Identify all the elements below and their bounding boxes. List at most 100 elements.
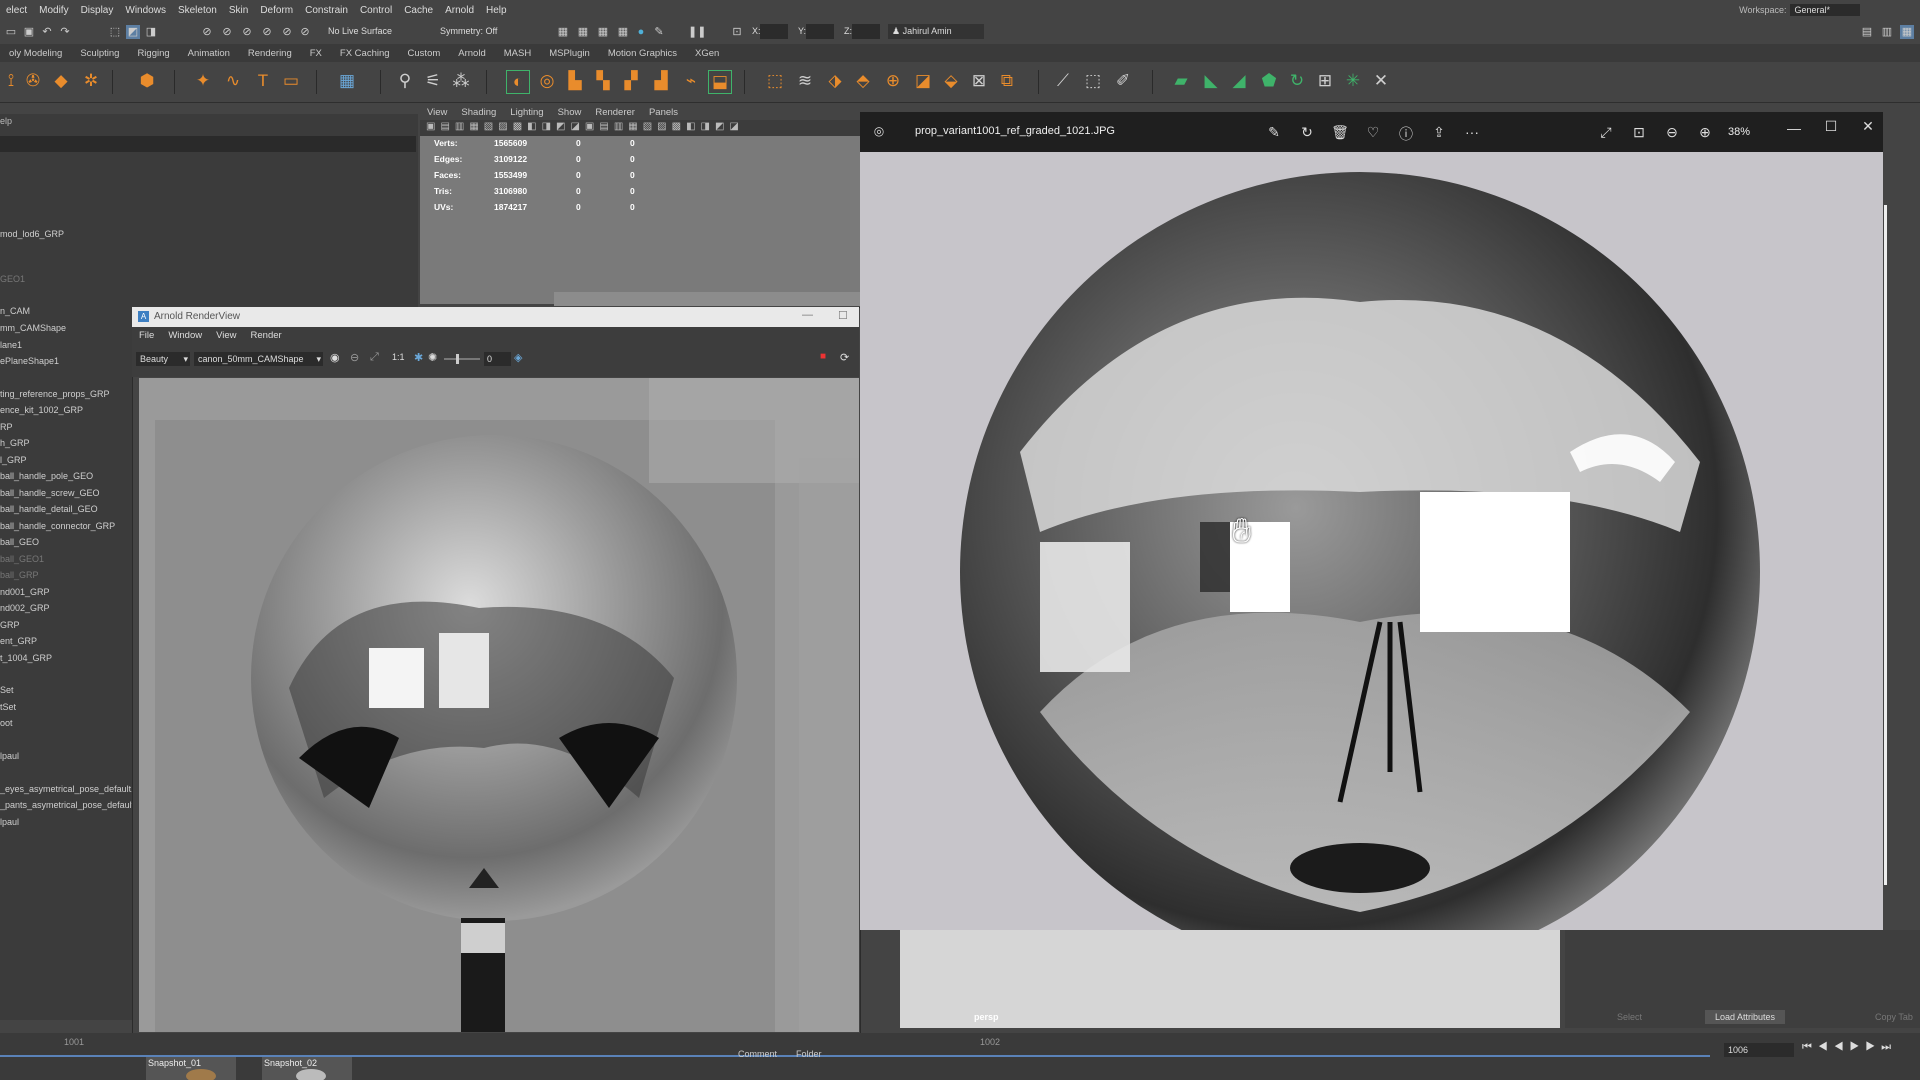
target-icon[interactable]: ⊕ <box>882 70 904 92</box>
combine-icon[interactable]: ⧉ <box>996 70 1018 92</box>
photo-viewer-titlebar[interactable]: ◎ prop_variant1001_ref_graded_1021.JPG ✎… <box>860 112 1883 152</box>
render-image[interactable] <box>139 378 859 1032</box>
workspace-selector[interactable]: Workspace: General* <box>1739 4 1860 16</box>
deformer-icon[interactable]: ⚲ <box>394 70 416 92</box>
hypershade-icon[interactable]: ● <box>634 25 648 39</box>
list-item[interactable]: ball_handle_screw_GEO <box>0 488 100 498</box>
viewport-menu-view[interactable]: View <box>420 107 454 118</box>
text-tool-icon[interactable]: T <box>252 70 274 92</box>
grid-cubes-icon[interactable]: ▞ <box>620 70 642 92</box>
list-item[interactable]: lpaul <box>0 751 19 761</box>
rotate-icon[interactable]: ↻ <box>1298 124 1316 141</box>
shelf-tab-msplugin[interactable]: MSPlugin <box>540 48 599 59</box>
diamond-icon[interactable]: ◆ <box>50 70 72 92</box>
menu-select[interactable]: elect <box>0 5 33 16</box>
render-settings-icon[interactable]: ▦ <box>616 25 630 39</box>
minimize-icon[interactable]: — <box>802 309 813 321</box>
list-item[interactable]: nd002_GRP <box>0 603 50 613</box>
persp-viewport[interactable]: persp <box>900 930 1560 1028</box>
arv-menu-render[interactable]: Render <box>244 330 289 341</box>
torus-icon[interactable]: ◎ <box>536 70 558 92</box>
cubes-icon[interactable]: ▚ <box>592 70 614 92</box>
live-surface-field[interactable]: No Live Surface <box>324 24 408 39</box>
snap-grid-icon[interactable]: ⊘ <box>200 25 214 39</box>
swirl-icon[interactable]: ◐ <box>506 70 530 94</box>
user-account[interactable]: ♟ Jahirul Amin <box>888 24 984 39</box>
arv-menu-file[interactable]: File <box>132 330 161 341</box>
list-item[interactable]: ence_kit_1002_GRP <box>0 405 83 415</box>
list-item[interactable]: ball_handle_connector_GRP <box>0 521 115 531</box>
draw-icon[interactable]: ✐ <box>1112 70 1134 92</box>
refresh-icon[interactable]: ⟳ <box>840 351 849 364</box>
photo-image[interactable]: ✋︎ <box>860 152 1883 930</box>
bridge-icon[interactable]: ◢ <box>1228 70 1250 92</box>
symmetry-field[interactable]: Symmetry: Off <box>436 24 520 39</box>
fork-icon[interactable]: ⟟ <box>0 70 22 92</box>
time-slider[interactable] <box>0 1055 1710 1057</box>
snap-live-icon[interactable]: ⊘ <box>298 25 312 39</box>
shelf-tab-mash[interactable]: MASH <box>495 48 540 59</box>
exposure-icon[interactable]: ✺ <box>428 351 437 364</box>
viewport-menu-lighting[interactable]: Lighting <box>503 107 550 118</box>
modeling-toolkit-icon[interactable]: ▤ <box>1860 25 1874 39</box>
select-mode-icon[interactable]: ◩ <box>126 25 140 39</box>
menu-deform[interactable]: Deform <box>254 5 299 16</box>
maximize-icon[interactable]: ☐ <box>1822 118 1840 135</box>
arv-menu-window[interactable]: Window <box>161 330 209 341</box>
save-icon[interactable]: ▣ <box>22 25 36 39</box>
list-item[interactable]: GEO1 <box>0 274 25 284</box>
list-item[interactable]: oot <box>0 718 13 728</box>
exposure-input[interactable]: 0 <box>484 352 511 366</box>
shelf-tab-xgen[interactable]: XGen <box>686 48 728 59</box>
workspace-value[interactable]: General* <box>1790 4 1860 16</box>
list-item[interactable]: h_GRP <box>0 438 30 448</box>
compare-icon[interactable]: ⊖ <box>350 351 359 364</box>
plane-icon[interactable]: ⬙ <box>940 70 962 92</box>
bounds-icon[interactable]: ⊠ <box>968 70 990 92</box>
list-item[interactable]: GRP <box>0 620 20 630</box>
favorite-icon[interactable]: ♡ <box>1364 124 1382 141</box>
menu-control[interactable]: Control <box>354 5 398 16</box>
undo-icon[interactable]: ↶ <box>40 25 54 39</box>
share-icon[interactable]: ⇪ <box>1430 124 1448 141</box>
y-input[interactable] <box>806 24 834 39</box>
shape-icon[interactable]: ◪ <box>912 70 934 92</box>
menu-skeleton[interactable]: Skeleton <box>172 5 223 16</box>
sculpt-tool-icon[interactable]: ✇ <box>22 70 44 92</box>
list-item[interactable]: mm_CAMShape <box>0 323 66 333</box>
shelf-tab-fx-caching[interactable]: FX Caching <box>331 48 399 59</box>
list-item[interactable]: ent_GRP <box>0 636 37 646</box>
delete-icon[interactable]: 🗑︎ <box>1331 124 1349 141</box>
folder-tab[interactable]: Folder <box>796 1049 822 1059</box>
shelf-tab-animation[interactable]: Animation <box>179 48 239 59</box>
menu-help[interactable]: Help <box>480 5 513 16</box>
list-item[interactable]: tSet <box>0 702 16 712</box>
display-settings-icon[interactable]: ◉ <box>330 351 340 364</box>
shelf-tab-rigging[interactable]: Rigging <box>128 48 178 59</box>
info-icon[interactable]: ⓘ <box>1397 124 1415 144</box>
snap-surface-icon[interactable]: ⊘ <box>280 25 294 39</box>
list-item[interactable]: nd001_GRP <box>0 587 50 597</box>
menu-skin[interactable]: Skin <box>223 5 254 16</box>
cluster-icon[interactable]: ⁂ <box>450 70 472 92</box>
select-highlight-icon[interactable]: ⬓ <box>708 70 732 94</box>
close-icon[interactable]: ✕ <box>1859 118 1877 135</box>
edit-image-icon[interactable]: ✎ <box>1265 124 1283 141</box>
extrude-icon[interactable]: ▰ <box>1170 70 1192 92</box>
shelf-tab-rendering[interactable]: Rendering <box>239 48 301 59</box>
current-frame-input[interactable]: 1006 <box>1724 1043 1794 1057</box>
shelf-tab-motion-graphics[interactable]: Motion Graphics <box>599 48 686 59</box>
more-icon[interactable]: ··· <box>1463 124 1481 140</box>
list-item[interactable]: ball_GEO1 <box>0 554 44 564</box>
pause-icon[interactable]: ❚❚ <box>688 25 706 39</box>
ratio-button[interactable]: 1:1 <box>392 352 405 362</box>
calculator-icon[interactable]: ▦ <box>336 70 358 92</box>
viewport-menu-renderer[interactable]: Renderer <box>588 107 642 118</box>
uv-icon[interactable]: ⊞ <box>1314 70 1336 92</box>
measure-icon[interactable]: ⚟ <box>422 70 444 92</box>
list-item[interactable]: l_GRP <box>0 455 27 465</box>
append-icon[interactable]: ↻ <box>1286 70 1308 92</box>
list-item[interactable]: n_CAM <box>0 306 30 316</box>
menu-cache[interactable]: Cache <box>398 5 439 16</box>
lut-icon[interactable]: ◈ <box>514 351 522 364</box>
